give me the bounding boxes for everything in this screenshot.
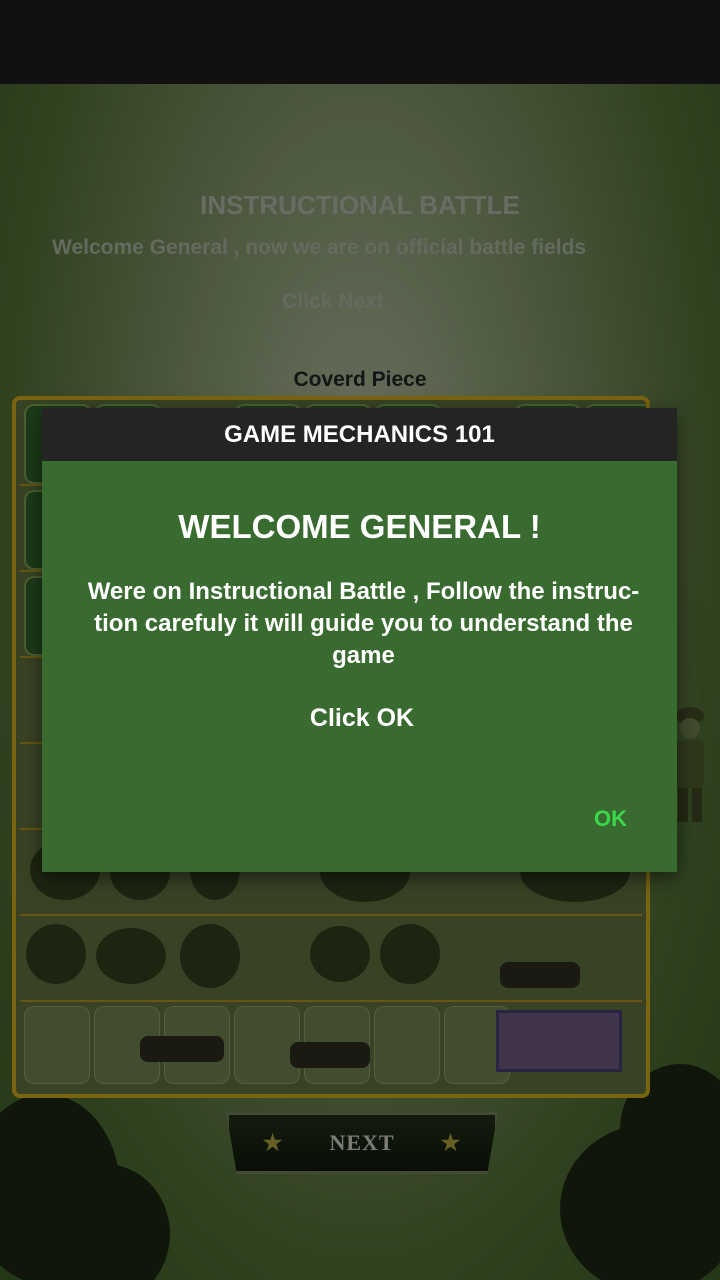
- ok-button[interactable]: OK: [594, 806, 627, 832]
- dialog-click-hint: Click OK: [309, 704, 415, 732]
- dialog-heading: WELCOME GENERAL !: [178, 508, 541, 545]
- dialog-header: GAME MECHANICS 101: [42, 408, 677, 461]
- game-mechanics-dialog: GAME MECHANICS 101 WELCOME GENERAL ! Wer…: [42, 408, 677, 872]
- dialog-message: Were on Instructional Battle , Follow th…: [87, 578, 640, 669]
- status-bar: [0, 0, 720, 84]
